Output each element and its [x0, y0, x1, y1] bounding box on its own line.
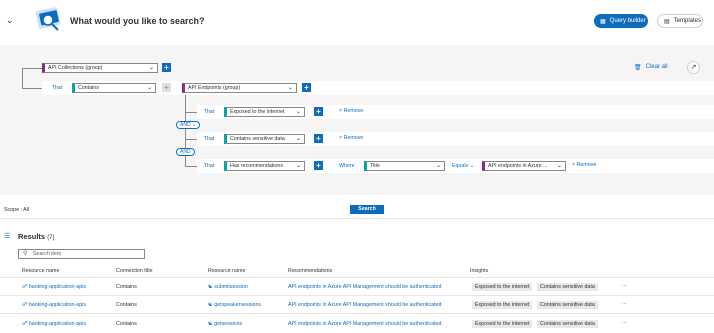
that-label: That — [203, 163, 215, 169]
expand-icon[interactable]: ↗ — [687, 61, 700, 74]
add-condition-button[interactable]: + — [302, 83, 311, 92]
insight-badge: Contains sensitive data — [537, 301, 598, 309]
table-row-resource[interactable]: ☯ submitsession — [208, 284, 248, 290]
table-row-resource[interactable]: ☍ banking-application-apis — [22, 284, 86, 290]
results-title: Results (7) — [18, 232, 55, 241]
chevron-down-icon: ⌄ — [287, 85, 293, 91]
chevron-down-icon: ⌄ — [295, 136, 301, 142]
and-operator-label[interactable]: AND — [176, 148, 195, 156]
table-row-resource[interactable]: ☯ getspeakersessions — [208, 302, 261, 308]
operator-select[interactable]: Equals ⌄ — [452, 163, 474, 169]
where-value-select[interactable]: API endpoints in Azure ... ⌄ — [482, 161, 566, 171]
endpoint-entity-select[interactable]: API Endpoints (group) ⌄ — [182, 83, 297, 93]
results-list-icon: ☰ — [4, 233, 11, 240]
divider — [0, 277, 714, 278]
table-row-resource[interactable]: ☯ getsessions — [208, 321, 242, 327]
trash-icon: 🗑 — [634, 65, 642, 71]
table-row-resource[interactable]: ☍ banking-application-apis — [22, 321, 86, 327]
more-button[interactable]: ... — [622, 319, 626, 325]
scope-label[interactable]: Scope : All — [4, 207, 29, 213]
chevron-down-icon: ⌄ — [435, 163, 441, 169]
root-entity-select[interactable]: API Collections (group) ⌄ — [42, 63, 158, 73]
where-label: Where — [339, 163, 355, 169]
condition-select[interactable]: Has recommendations ⌄ — [224, 161, 305, 171]
divider — [0, 218, 714, 219]
chevron-down-icon: ⌄ — [556, 163, 562, 169]
chevron-down-icon: ⌄ — [295, 109, 301, 115]
remove-button[interactable]: × Remove — [339, 135, 363, 141]
tree-line — [22, 88, 42, 89]
add-condition-button[interactable]: + — [314, 134, 323, 143]
tree-line — [185, 112, 197, 113]
that-label: That — [203, 136, 215, 142]
column-header[interactable]: Connection title — [116, 268, 153, 274]
column-header[interactable]: Recommendations — [288, 268, 332, 274]
divider — [0, 295, 714, 296]
templates-button[interactable]: ▤ Templates — [657, 14, 703, 28]
remove-button[interactable]: × Remove — [339, 108, 363, 114]
recommendation-link[interactable]: API endpoints in Azure API Management sh… — [288, 321, 441, 327]
connection-select[interactable]: Contains ⌄ — [72, 83, 156, 93]
add-condition-button-disabled: + — [162, 83, 171, 92]
page-title: What would you like to search? — [70, 16, 205, 26]
condition-select[interactable]: Exposed to the internet ⌄ — [224, 107, 305, 117]
insight-badge: Exposed to the internet — [472, 320, 533, 328]
chevron-down-icon: ⌄ — [148, 65, 154, 71]
tree-line — [185, 139, 197, 140]
column-header[interactable]: Resource name — [22, 268, 59, 274]
column-header[interactable]: Insights — [470, 268, 488, 274]
insight-badge: Contains sensitive data — [537, 283, 598, 291]
search-input[interactable]: ⚲ Search item — [18, 249, 145, 259]
more-button[interactable]: ... — [622, 300, 626, 306]
search-button[interactable]: Search — [350, 205, 384, 214]
query-builder-icon: ▦ — [600, 18, 606, 25]
condition-select[interactable]: Contains sensitive data ⌄ — [224, 134, 305, 144]
insight-badge: Contains sensitive data — [537, 320, 598, 328]
table-cell: Contains — [116, 284, 137, 290]
chevron-down-icon: ⌄ — [146, 85, 152, 91]
chevron-down-icon: ⌄ — [295, 163, 301, 169]
insight-badge: Exposed to the internet — [472, 283, 533, 291]
column-header[interactable]: Resource name — [208, 268, 245, 274]
templates-icon: ▤ — [664, 18, 670, 25]
add-condition-button[interactable]: + — [314, 161, 323, 170]
clear-all-button[interactable]: 🗑 Clear all — [634, 64, 668, 71]
where-field-select[interactable]: Title ⌄ — [364, 161, 445, 171]
tree-line — [185, 166, 197, 167]
more-button[interactable]: ... — [622, 282, 626, 288]
table-cell: Contains — [116, 302, 137, 308]
query-builder-button[interactable]: ▦ Query builder — [594, 14, 648, 28]
search-illustration-icon — [35, 7, 61, 31]
that-label: That — [203, 109, 215, 115]
recommendation-link[interactable]: API endpoints in Azure API Management sh… — [288, 302, 441, 308]
table-cell: Contains — [116, 321, 137, 327]
recommendation-link[interactable]: API endpoints in Azure API Management sh… — [288, 284, 441, 290]
tree-line — [22, 68, 42, 69]
collapse-chevron-icon[interactable]: ⌄ — [6, 15, 14, 26]
add-condition-button[interactable]: + — [162, 63, 171, 72]
tree-line — [22, 68, 23, 88]
add-condition-button[interactable]: + — [314, 107, 323, 116]
that-label: That — [51, 85, 63, 91]
table-row-resource[interactable]: ☍ banking-application-apis — [22, 302, 86, 308]
security-explorer: ⌄ What would you like to search? ▦ Query… — [0, 0, 714, 333]
remove-button[interactable]: × Remove — [572, 162, 596, 168]
divider — [0, 313, 714, 314]
search-icon: ⚲ — [23, 251, 28, 257]
insight-badge: Exposed to the internet — [472, 301, 533, 309]
and-operator-toggle[interactable]: AND ⌄ — [176, 121, 201, 129]
